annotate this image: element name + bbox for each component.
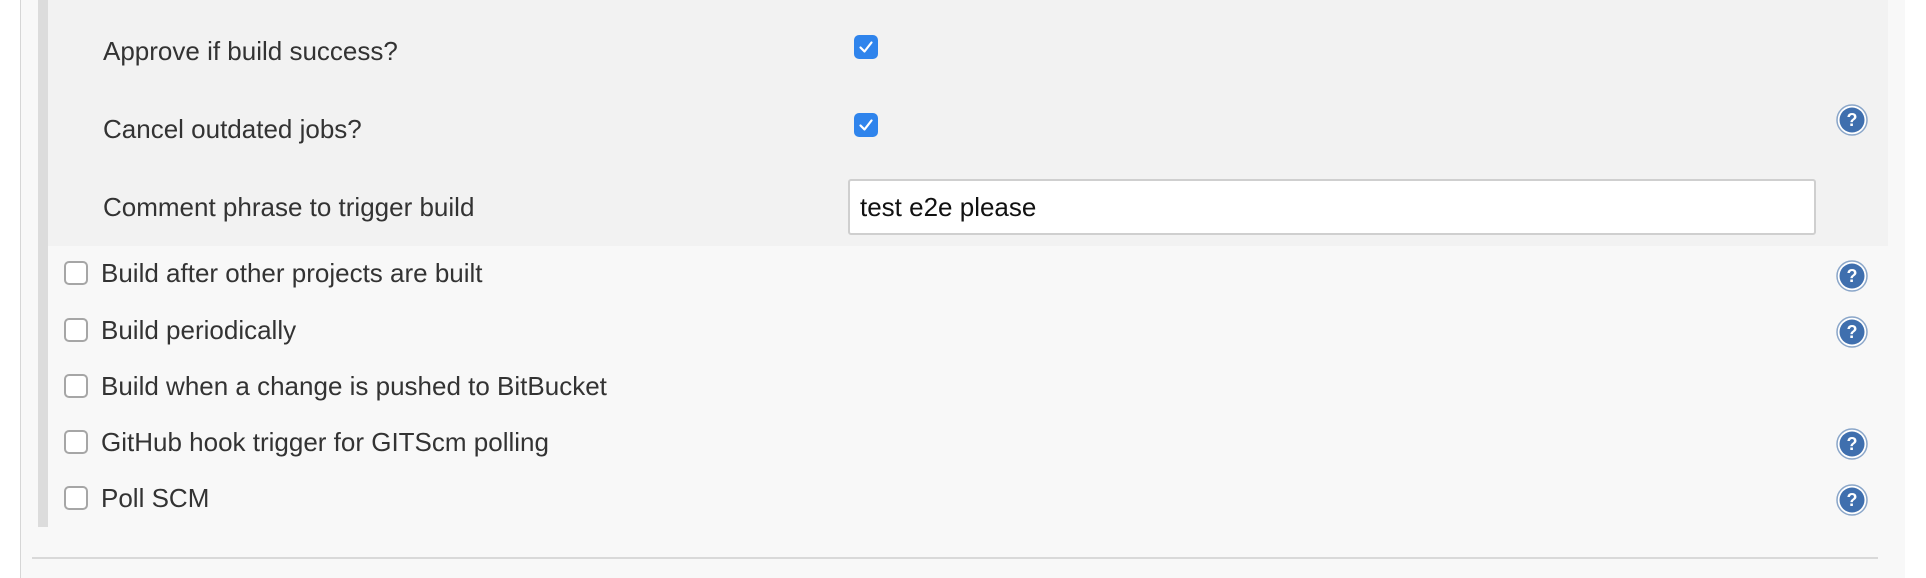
cancel-outdated-jobs-label: Cancel outdated jobs? (103, 114, 362, 144)
cancel-outdated-jobs-checkbox[interactable] (854, 113, 878, 137)
comment-phrase-input[interactable] (848, 179, 1816, 235)
svg-text:?: ? (1847, 322, 1858, 342)
section-indent-bar (38, 0, 48, 527)
build-after-other-projects-checkbox[interactable] (64, 261, 88, 285)
build-periodically-checkbox[interactable] (64, 318, 88, 342)
poll-scm-label: Poll SCM (101, 483, 210, 513)
build-on-bitbucket-push-checkbox[interactable] (64, 374, 88, 398)
build-periodically-label: Build periodically (101, 315, 297, 345)
github-hook-trigger-label: GitHub hook trigger for GITScm polling (101, 427, 549, 457)
help-icon[interactable]: ? (1836, 260, 1868, 292)
build-after-other-projects-label: Build after other projects are built (101, 258, 483, 288)
svg-text:?: ? (1847, 490, 1858, 510)
checkmark-icon (859, 41, 873, 53)
section-divider (32, 557, 1878, 559)
poll-scm-checkbox[interactable] (64, 486, 88, 510)
help-icon[interactable]: ? (1836, 428, 1868, 460)
approve-if-build-success-checkbox[interactable] (854, 35, 878, 59)
svg-text:?: ? (1847, 110, 1858, 130)
build-on-bitbucket-push-label: Build when a change is pushed to BitBuck… (101, 371, 607, 401)
help-icon[interactable]: ? (1836, 316, 1868, 348)
github-hook-trigger-checkbox[interactable] (64, 430, 88, 454)
help-icon[interactable]: ? (1836, 484, 1868, 516)
help-icon[interactable]: ? (1836, 104, 1868, 136)
checkmark-icon (859, 119, 873, 131)
svg-text:?: ? (1847, 434, 1858, 454)
comment-phrase-label: Comment phrase to trigger build (103, 192, 475, 222)
approve-if-build-success-label: Approve if build success? (103, 36, 398, 66)
svg-text:?: ? (1847, 266, 1858, 286)
